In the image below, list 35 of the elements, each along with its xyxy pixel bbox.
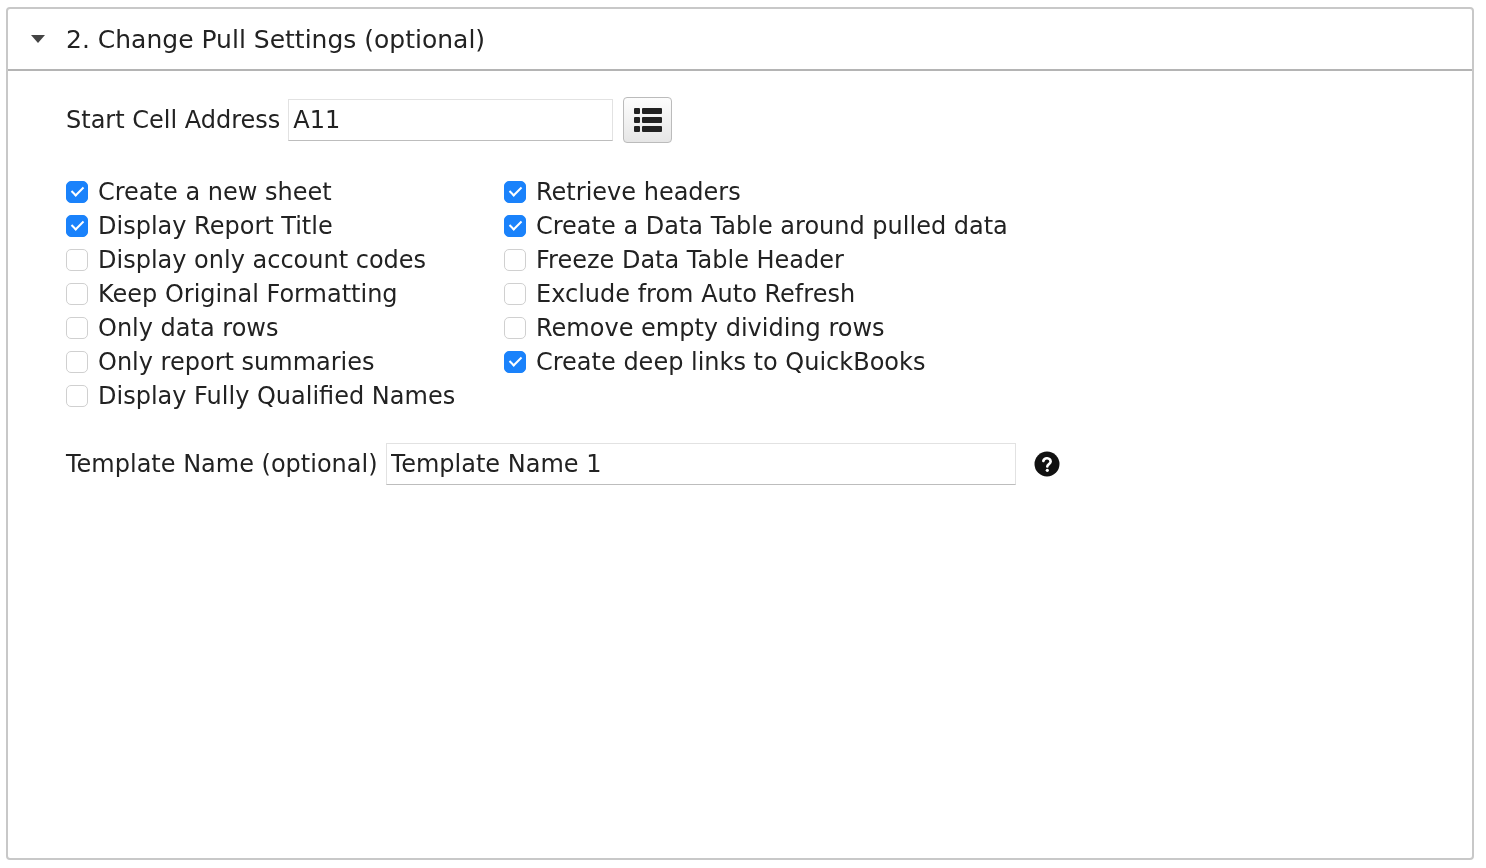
- checkbox[interactable]: [504, 181, 526, 203]
- checkbox-label: Remove empty dividing rows: [536, 314, 885, 342]
- checkbox[interactable]: [66, 351, 88, 373]
- start-cell-field[interactable]: A11: [288, 99, 614, 141]
- checkbox-label: Create a Data Table around pulled data: [536, 212, 1008, 240]
- section-title: 2. Change Pull Settings (optional): [66, 24, 486, 54]
- help-icon: [1033, 451, 1060, 477]
- checkbox[interactable]: [504, 249, 526, 271]
- checkbox[interactable]: [66, 181, 88, 203]
- field-label: Template Name (optional): [66, 450, 378, 478]
- field-label: Start Cell Address: [66, 106, 281, 134]
- checkbox-label: Freeze Data Table Header: [536, 246, 844, 274]
- checkbox[interactable]: [504, 283, 526, 305]
- checkbox[interactable]: [66, 249, 88, 271]
- checkbox[interactable]: [66, 317, 88, 339]
- checkbox-label: Retrieve headers: [536, 178, 741, 206]
- checkbox-label: Exclude from Auto Refresh: [536, 280, 856, 308]
- checkbox-label: Only data rows: [98, 314, 279, 342]
- section-header[interactable]: 2. Change Pull Settings (optional): [8, 9, 1472, 71]
- checkbox[interactable]: [66, 283, 88, 305]
- checkbox[interactable]: [504, 317, 526, 339]
- checkbox-label: Keep Original Formatting: [98, 280, 398, 308]
- list-button[interactable]: [623, 97, 673, 143]
- checkbox[interactable]: [66, 215, 88, 237]
- checkbox-label: Create a new sheet: [98, 178, 332, 206]
- template-name-field[interactable]: Template Name 1: [385, 443, 1016, 485]
- checkbox-label: Display Report Title: [98, 212, 333, 240]
- checkbox-label: Create deep links to QuickBooks: [536, 348, 926, 376]
- checkbox-label: Only report summaries: [98, 348, 375, 376]
- checkbox[interactable]: [66, 385, 88, 407]
- checkbox-label: Display Fully Qualified Names: [98, 382, 456, 410]
- checkbox-label: Display only account codes: [98, 246, 427, 274]
- checkbox[interactable]: [504, 215, 526, 237]
- list-icon: [633, 108, 662, 132]
- checkbox[interactable]: [504, 351, 526, 373]
